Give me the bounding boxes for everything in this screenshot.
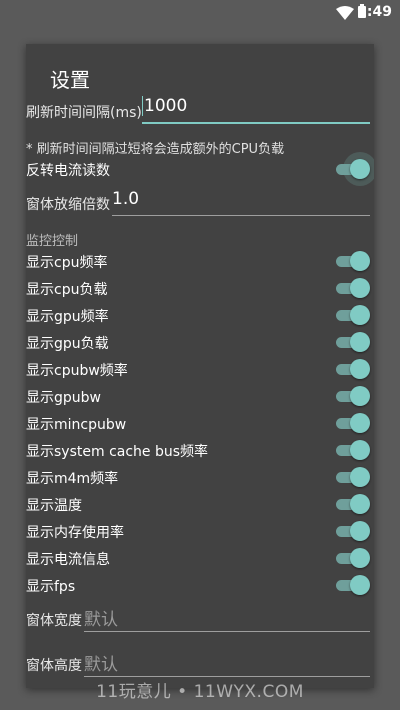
toggle-switch[interactable]	[334, 332, 370, 352]
scale-value: 1.0	[112, 189, 140, 209]
watermark: 11玩意儿 • 11WYX.COM	[96, 682, 304, 702]
toggle-switch[interactable]	[334, 305, 370, 325]
reverse-current-row[interactable]: 反转电流读数	[26, 152, 374, 186]
toggle-switch[interactable]	[334, 521, 370, 541]
toggle-row[interactable]: 显示cpu负载	[26, 275, 374, 301]
toggle-label: 显示cpubw频率	[26, 363, 128, 379]
toggle-switch[interactable]	[334, 548, 370, 568]
toggle-switch[interactable]	[334, 278, 370, 298]
toggle-label: 显示内存使用率	[26, 525, 124, 541]
window-width-placeholder: 默认	[84, 610, 118, 630]
toggle-switch[interactable]	[334, 440, 370, 460]
toggle-row[interactable]: 显示gpubw	[26, 383, 374, 409]
dialog-title: 设置	[50, 68, 90, 92]
toggle-row[interactable]: 显示电流信息	[26, 545, 374, 571]
toggle-switch[interactable]	[334, 467, 370, 487]
toggle-row[interactable]: 显示内存使用率	[26, 518, 374, 544]
window-width-row: 窗体宽度 默认	[26, 604, 374, 638]
refresh-note: * 刷新时间间隔过短将会造成额外的CPU负载	[26, 142, 285, 157]
refresh-interval-row: 刷新时间间隔(ms) 1000	[26, 96, 374, 130]
toggle-row[interactable]: 显示cpubw频率	[26, 356, 374, 382]
toggle-label: 显示m4m频率	[26, 471, 119, 487]
refresh-interval-value: 1000	[144, 96, 188, 116]
toggle-switch[interactable]	[334, 575, 370, 595]
scale-row: 窗体放缩倍数 1.0	[26, 188, 374, 222]
toggle-switch[interactable]	[334, 251, 370, 271]
toggle-label: 显示cpu频率	[26, 255, 108, 271]
window-width-label: 窗体宽度	[26, 613, 82, 629]
window-height-label: 窗体高度	[26, 658, 82, 674]
toggle-label: 显示mincpubw	[26, 417, 127, 433]
toggle-switch[interactable]	[334, 494, 370, 514]
toggle-switch[interactable]	[334, 359, 370, 379]
scale-label: 窗体放缩倍数	[26, 197, 110, 213]
toggle-label: 显示fps	[26, 579, 76, 595]
refresh-interval-label: 刷新时间间隔(ms)	[26, 105, 142, 121]
toggle-label: 显示gpu频率	[26, 309, 109, 325]
toggle-label: 显示gpubw	[26, 390, 101, 406]
toggle-row[interactable]: 显示温度	[26, 491, 374, 517]
toggle-label: 显示电流信息	[26, 552, 110, 568]
toggle-label: 显示gpu负载	[26, 336, 109, 352]
toggle-row[interactable]: 显示mincpubw	[26, 410, 374, 436]
toggle-switch[interactable]	[334, 386, 370, 406]
status-bar: 9:49	[0, 0, 400, 26]
toggle-row[interactable]: 显示m4m频率	[26, 464, 374, 490]
toggle-row[interactable]: 显示system cache bus频率	[26, 437, 374, 463]
toggle-label: 显示cpu负载	[26, 282, 108, 298]
status-time: 9:49	[357, 4, 392, 20]
window-height-input[interactable]: 默认	[84, 650, 370, 677]
reverse-current-switch[interactable]	[334, 152, 374, 186]
wifi-icon	[336, 6, 354, 20]
scale-input[interactable]: 1.0	[112, 189, 370, 216]
toggle-label: 显示system cache bus频率	[26, 444, 209, 460]
window-width-input[interactable]: 默认	[84, 605, 370, 632]
window-height-placeholder: 默认	[84, 655, 118, 675]
text-caret	[142, 96, 143, 116]
settings-dialog: 设置 刷新时间间隔(ms) 1000 * 刷新时间间隔过短将会造成额外的CPU负…	[26, 44, 374, 688]
refresh-interval-input[interactable]: 1000	[142, 96, 370, 124]
toggle-switch[interactable]	[334, 413, 370, 433]
toggle-row[interactable]: 显示gpu频率	[26, 302, 374, 328]
monitor-section-header: 监控控制	[26, 234, 79, 249]
toggle-row[interactable]: 显示fps	[26, 572, 374, 598]
reverse-current-label: 反转电流读数	[26, 163, 110, 179]
toggle-row[interactable]: 显示gpu负载	[26, 329, 374, 355]
toggle-row[interactable]: 显示cpu频率	[26, 248, 374, 274]
toggle-label: 显示温度	[26, 498, 82, 514]
